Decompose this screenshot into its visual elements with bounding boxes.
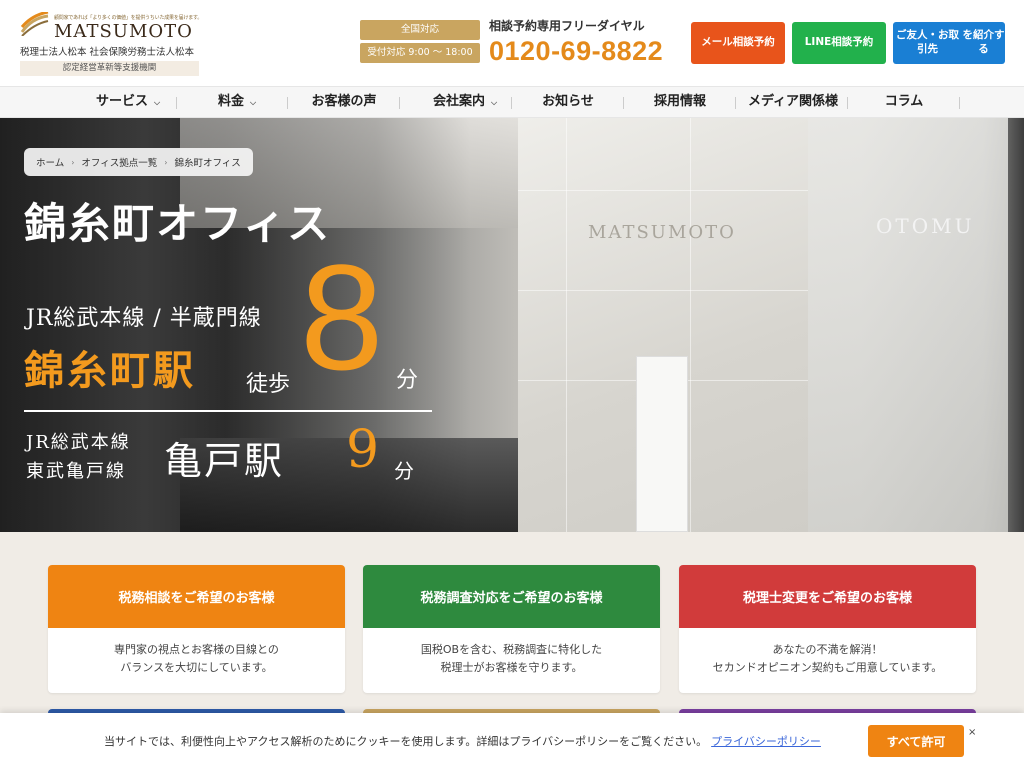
free-dial-label: 相談予約専用フリーダイヤル: [489, 19, 645, 33]
chevron-down-icon: ⌵: [490, 98, 498, 107]
logo-mark-icon: [20, 12, 49, 36]
cookie-message: 当サイトでは、利便性向上やアクセス解析のためにクッキーを使用します。詳細はプライ…: [104, 733, 821, 749]
page-title: 錦糸町オフィス: [24, 199, 332, 248]
chevron-down-icon: ⌵: [153, 98, 161, 107]
hero-glass-wall: [808, 118, 1008, 532]
breadcrumb-home[interactable]: ホーム: [36, 155, 64, 169]
card-title: 税理士変更をご希望のお客様: [679, 565, 976, 628]
nationwide-tag: 全国対応: [360, 20, 480, 40]
cookie-message-text: 当サイトでは、利便性向上やアクセス解析のためにクッキーを使用します。詳細はプライ…: [104, 735, 708, 748]
certification-badge: 認定経営革新等支援機関: [20, 61, 199, 76]
chevron-right-icon: ›: [164, 157, 168, 167]
hero-wall-logo: MATSUMOTO: [588, 222, 736, 243]
card-description-line: 税理士がお客様を守ります。: [440, 661, 583, 674]
breadcrumb-current: 錦糸町オフィス: [174, 158, 241, 169]
route2-minutes: 9: [346, 420, 380, 480]
route2-minutes-unit: 分: [394, 459, 414, 483]
nav-item-label: お知らせ: [542, 94, 594, 109]
nav-item-media[interactable]: メディア関係様: [740, 87, 846, 117]
nav-item-pricing[interactable]: 料金 ⌵: [192, 87, 282, 117]
nav-item-service[interactable]: サービス ⌵: [78, 87, 178, 117]
tax-consultation-card[interactable]: 税務相談をご希望のお客様 専門家の視点とお客様の目線との バランスを大切にしてい…: [48, 565, 345, 693]
referral-button-label-2: を紹介する: [962, 29, 1005, 55]
referral-button-label-1: ご友人・お取引先: [895, 29, 959, 55]
logo-subtitle: 税理士法人松本 社会保険労務士法人松本: [20, 47, 195, 58]
hours-tag: 受付対応 9:00 〜 18:00: [360, 43, 480, 63]
card-title: 税務相談をご希望のお客様: [48, 565, 345, 628]
nav-item-voices[interactable]: お客様の声: [295, 87, 393, 117]
nav-divider: [176, 97, 177, 109]
nav-item-news[interactable]: お知らせ: [520, 87, 616, 117]
card-description: あなたの不満を解消！ セカンドオピニオン契約もご用意しています。: [679, 628, 976, 693]
cookie-consent-bar: 当サイトでは、利便性向上やアクセス解析のためにクッキーを使用します。詳細はプライ…: [0, 713, 1024, 768]
route1-minutes-unit: 分: [396, 368, 419, 393]
breadcrumb-offices[interactable]: オフィス拠点一覧: [81, 155, 157, 169]
tax-audit-card[interactable]: 税務調査対応をご希望のお客様 国税OBを含む、税務調査に特化した 税理士がお客様…: [363, 565, 660, 693]
nav-divider: [287, 97, 288, 109]
breadcrumb: ホーム › オフィス拠点一覧 › 錦糸町オフィス: [24, 148, 253, 176]
route1-lines: JR総武本線 / 半蔵門線: [26, 306, 262, 331]
free-dial: 相談予約専用フリーダイヤル 0120-69-8822: [489, 17, 663, 67]
card-description-line: 国税OBを含む、税務調査に特化した: [420, 643, 603, 656]
route2-line-a: JR総武本線: [26, 432, 131, 453]
nav-item-column[interactable]: コラム: [856, 87, 952, 117]
nav-divider: [735, 97, 736, 109]
privacy-policy-link[interactable]: プライバシーポリシー: [711, 735, 821, 748]
hero-glass-logo: OTOMU: [876, 214, 975, 238]
chevron-right-icon: ›: [71, 157, 75, 167]
hero-panel-seam: [690, 118, 691, 532]
hero-panel-seam: [518, 190, 808, 191]
nav-item-label: 料金: [217, 94, 244, 109]
nav-item-label: コラム: [884, 94, 924, 109]
accept-all-cookies-button[interactable]: すべて許可: [868, 725, 964, 757]
route1-walk-label: 徒歩: [246, 372, 291, 397]
nav-item-label: お客様の声: [311, 94, 377, 109]
nav-item-label: メディア関係様: [747, 94, 839, 109]
nav-divider: [847, 97, 848, 109]
nav-divider: [959, 97, 960, 109]
card-description-line: あなたの不満を解消！: [772, 643, 883, 656]
route2-line-b: 東武亀戸線: [26, 461, 126, 482]
nav-divider: [623, 97, 624, 109]
accountant-change-card[interactable]: 税理士変更をご希望のお客様 あなたの不満を解消！ セカンドオピニオン契約もご用意…: [679, 565, 976, 693]
referral-button[interactable]: ご友人・お取引先 を紹介する: [893, 22, 1005, 64]
card-description: 国税OBを含む、税務調査に特化した 税理士がお客様を守ります。: [363, 628, 660, 693]
site-header: 顧問家であれば「より多くの価値」を提供うちいた成果を届けます。 MATSUMOT…: [0, 0, 1024, 86]
logo-tagline: 顧問家であれば「より多くの価値」を提供うちいた成果を届けます。: [54, 15, 203, 21]
service-tags: 全国対応 受付対応 9:00 〜 18:00: [360, 20, 480, 66]
route2-station: 亀戸駅: [164, 439, 285, 483]
hero-reception-stand: [636, 356, 688, 532]
access-divider: [24, 410, 432, 412]
route1-minutes: 8: [300, 233, 384, 401]
mail-reservation-button[interactable]: メール相談予約: [691, 22, 785, 64]
nav-divider: [511, 97, 512, 109]
hero-panel-seam: [566, 118, 567, 532]
card-description-line: 専門家の視点とお客様の目線との: [114, 643, 279, 656]
nav-item-company[interactable]: 会社案内 ⌵: [410, 87, 520, 117]
logo[interactable]: 顧問家であれば「より多くの価値」を提供うちいた成果を届けます。 MATSUMOT…: [18, 10, 203, 78]
card-description-line: バランスを大切にしています。: [120, 661, 273, 674]
route1-station: 錦糸町駅: [24, 347, 196, 394]
nav-item-label: 採用情報: [653, 94, 706, 109]
nav-item-label: 会社案内: [432, 94, 485, 109]
hero-panel-seam: [518, 290, 808, 291]
card-title: 税務調査対応をご希望のお客様: [363, 565, 660, 628]
nav-item-recruit[interactable]: 採用情報: [632, 87, 728, 117]
line-reservation-button[interactable]: LINE相談予約: [792, 22, 886, 64]
close-icon[interactable]: ×: [968, 727, 976, 738]
logo-name: MATSUMOTO: [54, 21, 193, 42]
global-nav: サービス ⌵ 料金 ⌵ お客様の声 会社案内 ⌵ お知らせ 採用情報 メディア関係様 …: [0, 86, 1024, 118]
nav-item-label: サービス: [95, 94, 148, 109]
card-description-line: セカンドオピニオン契約もご用意しています。: [712, 661, 943, 674]
nav-divider: [399, 97, 400, 109]
chevron-down-icon: ⌵: [249, 98, 257, 107]
card-description: 専門家の視点とお客様の目線との バランスを大切にしています。: [48, 628, 345, 693]
free-dial-number[interactable]: 0120-69-8822: [489, 36, 663, 67]
